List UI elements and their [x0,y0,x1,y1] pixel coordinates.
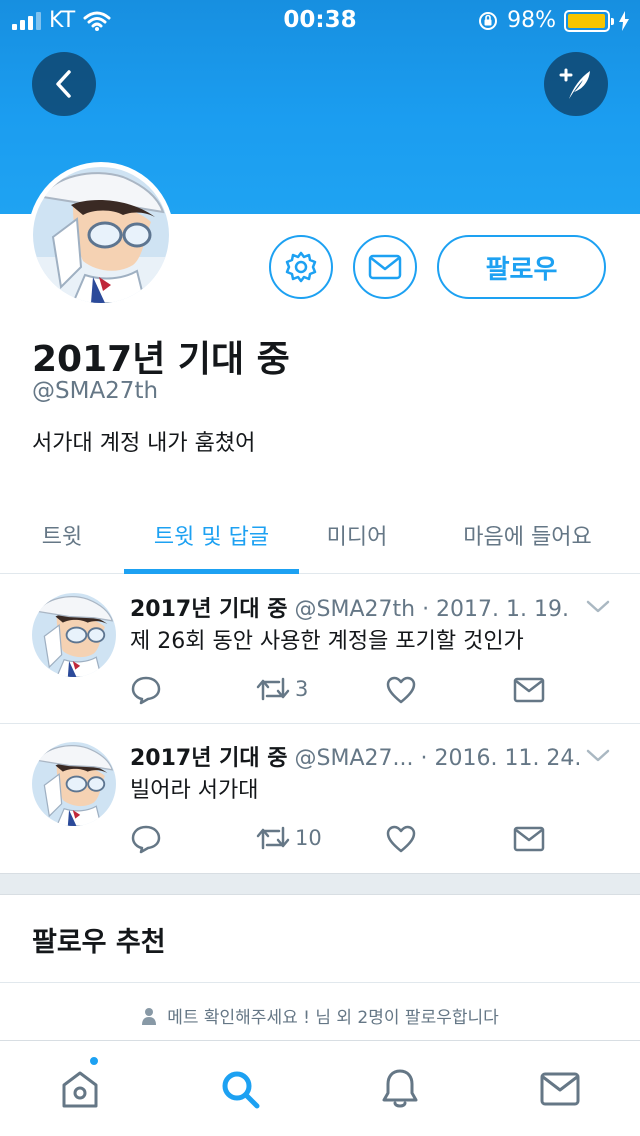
section-divider [0,982,640,983]
message-button[interactable] [353,235,417,299]
home-icon [62,1071,98,1108]
profile-bio: 서가대 계정 내가 훔쳤어 [32,431,256,456]
retweet-icon [256,826,290,850]
profile-handle: @SMA27th [32,378,159,404]
tweet-header: 2017년 기대 중 @SMA27... · 2016. 11. 24. [130,740,581,772]
gear-icon [285,251,317,283]
tweet-text: 빌어라 서가대 [130,778,259,803]
retweet-button[interactable]: 10 [255,824,322,852]
retweet-button[interactable]: 3 [255,675,308,703]
envelope-icon [368,254,402,280]
status-bar: KT 00:38 98% [0,0,640,40]
heart-icon [386,825,416,853]
tweet-author-handle[interactable]: @SMA27... [295,746,414,771]
follow-button[interactable]: 팔로우 [437,235,606,299]
tweet-date: · 2017. 1. 19. [415,597,570,622]
tab-messages[interactable] [480,1041,640,1136]
tweet-author-handle[interactable]: @SMA27th [295,597,416,622]
tab-tweets-and-replies[interactable]: 트윗 및 답글 [124,496,299,574]
like-button[interactable] [385,824,417,854]
bell-icon [382,1069,418,1108]
tab-search[interactable] [160,1041,320,1136]
heart-icon [386,676,416,704]
envelope-icon [513,677,545,703]
charging-bolt-icon [619,10,629,31]
person-icon [142,1007,157,1025]
reply-icon [131,676,161,705]
social-context-text: 메트 확인해주세요 ! 님 외 2명이 팔로우합니다 [167,1008,499,1028]
active-tab-indicator [124,569,299,574]
tab-home[interactable] [0,1041,160,1136]
retweet-count: 10 [295,826,322,850]
tab-notifications[interactable] [320,1041,480,1136]
avatar-image [33,167,169,303]
chevron-left-icon [56,70,71,98]
direct-message-button[interactable] [513,826,545,852]
reply-button[interactable] [130,824,162,854]
compose-tweet-button[interactable] [544,52,608,116]
bottom-tab-bar [0,1040,640,1136]
tweet-text: 제 26회 동안 사용한 계정을 포기할 것인가 [130,629,524,654]
tweet-author-name[interactable]: 2017년 기대 중 [130,746,288,771]
tweet-item[interactable]: 2017년 기대 중 @SMA27... · 2016. 11. 24. 빌어라… [0,724,640,872]
tweet-author-name[interactable]: 2017년 기대 중 [130,597,288,622]
back-button[interactable] [32,52,96,116]
chevron-down-icon[interactable] [585,748,611,764]
tweet-date: · 2016. 11. 24. [413,746,582,771]
battery-percent: 98% [507,8,556,33]
envelope-icon [513,826,545,852]
tab-tweets[interactable]: 트윗 [0,496,124,574]
who-to-follow-title: 팔로우 추천 [32,927,166,958]
tweet-avatar[interactable] [32,593,116,677]
chevron-down-icon[interactable] [585,599,611,615]
retweet-icon [256,677,290,701]
reply-button[interactable] [130,675,162,705]
battery-icon [564,9,614,32]
battery-fill [568,13,606,28]
reply-icon [131,825,161,854]
direct-message-button[interactable] [513,677,545,703]
tab-media[interactable]: 미디어 [299,496,415,574]
profile-name: 2017년 기대 중 [32,339,290,380]
settings-button[interactable] [269,235,333,299]
section-separator [0,873,640,895]
tweet-item[interactable]: 2017년 기대 중 @SMA27th · 2017. 1. 19. 제 26회… [0,575,640,723]
tweet-header: 2017년 기대 중 @SMA27th · 2017. 1. 19. [130,591,569,623]
tab-likes[interactable]: 마음에 들어요 [415,496,640,574]
retweet-count: 3 [295,677,309,701]
search-icon [222,1071,260,1109]
like-button[interactable] [385,675,417,705]
status-right: 98% [477,8,630,33]
profile-tabs: 트윗 트윗 및 답글 미디어 마음에 들어요 [0,496,640,574]
envelope-icon [540,1072,580,1106]
tweet-avatar[interactable] [32,742,116,826]
notification-dot [88,1055,100,1067]
compose-tweet-icon [559,68,590,99]
profile-avatar[interactable] [28,162,174,308]
social-context: 메트 확인해주세요 ! 님 외 2명이 팔로우합니다 [0,1003,640,1028]
orientation-lock-icon [479,11,498,30]
